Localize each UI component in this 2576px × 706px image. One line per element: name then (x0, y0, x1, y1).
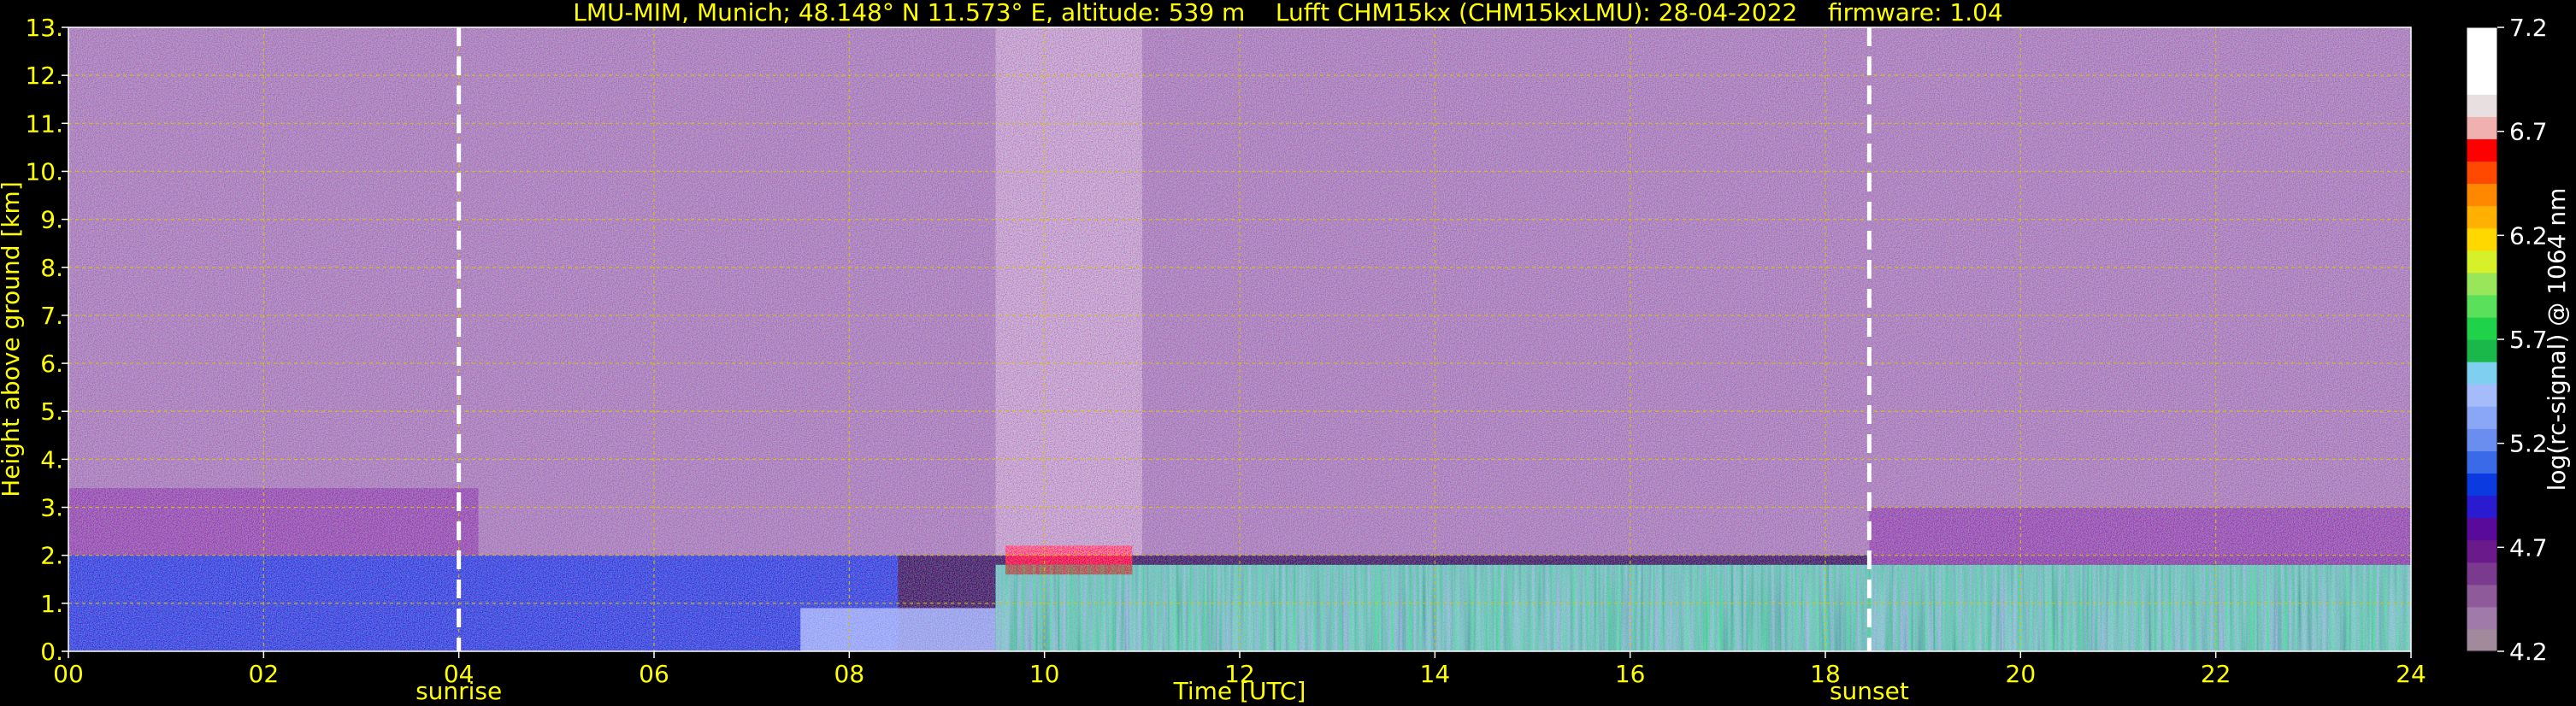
x-tick-label: 16 (1615, 660, 1646, 688)
colorbar-tick-label: 5.2 (2509, 430, 2548, 458)
sunrise-label: sunrise (416, 677, 502, 705)
colorbar-swatch (2467, 72, 2497, 95)
colorbar-swatch (2467, 339, 2497, 362)
y-tick-label: 11. (25, 109, 63, 138)
colorbar-tick-label: 6.7 (2509, 118, 2548, 146)
colorbar-tick-label: 6.2 (2509, 221, 2548, 250)
x-tick-label: 24 (2396, 660, 2426, 688)
colorbar-swatch (2467, 362, 2497, 385)
x-tick-label: 10 (1029, 660, 1060, 688)
y-tick-label: 2. (40, 542, 63, 570)
colorbar-swatch (2467, 606, 2497, 630)
colorbar-tick-label: 4.2 (2509, 638, 2548, 666)
y-tick-label: 10. (25, 157, 63, 185)
colorbar-swatch (2467, 584, 2497, 608)
colorbar-swatch (2467, 539, 2497, 563)
ceilometer-chart: 00 02 04 06 08 10 12 14 16 18 20 22 240.1.2.3.4.5.6.… (0, 14, 2571, 705)
colorbar-swatch (2467, 294, 2497, 318)
colorbar-swatch (2467, 227, 2497, 251)
sunset-label: sunset (1830, 677, 1909, 705)
x-tick-label: 14 (1420, 660, 1451, 688)
colorbar-swatch (2467, 272, 2497, 296)
colorbar-swatch (2467, 473, 2497, 497)
y-tick-label: 5. (40, 397, 63, 426)
y-tick-label: 6. (40, 350, 63, 378)
y-tick-label: 7. (40, 302, 63, 330)
colorbar-swatch (2467, 428, 2497, 451)
colorbar-swatch (2467, 116, 2497, 139)
y-tick-label: 4. (40, 445, 63, 474)
colorbar-swatch (2467, 50, 2497, 73)
colorbar-swatch (2467, 316, 2497, 340)
colorbar-swatch (2467, 161, 2497, 185)
daytime-noise-column (995, 27, 1142, 556)
mixed-layer-texture (995, 564, 2411, 651)
x-tick-label: 02 (249, 660, 280, 688)
y-axis-label: Height above ground [km] (0, 181, 25, 497)
colorbar-tick-label: 5.7 (2509, 326, 2548, 354)
colorbar-tick-label: 4.7 (2509, 533, 2548, 562)
colorbar-swatch (2467, 27, 2497, 50)
x-tick-label: 08 (834, 660, 865, 688)
y-tick-label: 3. (40, 494, 63, 522)
y-tick-label: 12. (25, 62, 63, 90)
colorbar-swatch (2467, 495, 2497, 519)
y-tick-label: 0. (40, 638, 63, 666)
y-tick-label: 13. (25, 14, 63, 42)
y-tick-label: 1. (40, 590, 63, 618)
x-tick-label: 20 (2006, 660, 2037, 688)
x-tick-label: 06 (639, 660, 669, 688)
x-tick-label: 22 (2201, 660, 2231, 688)
colorbar-swatch (2467, 183, 2497, 207)
signal-noise-texture (68, 27, 2411, 651)
colorbar-swatch (2467, 250, 2497, 274)
colorbar-swatch (2467, 205, 2497, 229)
x-axis-label: Time [UTC] (1173, 677, 1306, 705)
y-tick-label: 8. (40, 254, 63, 282)
colorbar-tick-label: 7.2 (2509, 14, 2548, 42)
colorbar-swatch (2467, 628, 2497, 652)
colorbar-swatch (2467, 94, 2497, 117)
colorbar-swatch (2467, 450, 2497, 474)
colorbar-label: log(rc-signal) @ 1064 nm (2543, 188, 2571, 491)
colorbar-swatch (2467, 517, 2497, 541)
colorbar-swatch (2467, 562, 2497, 585)
y-tick-label: 9. (40, 206, 63, 234)
colorbar-swatch (2467, 138, 2497, 162)
colorbar-swatch (2467, 384, 2497, 407)
colorbar-swatch (2467, 406, 2497, 429)
